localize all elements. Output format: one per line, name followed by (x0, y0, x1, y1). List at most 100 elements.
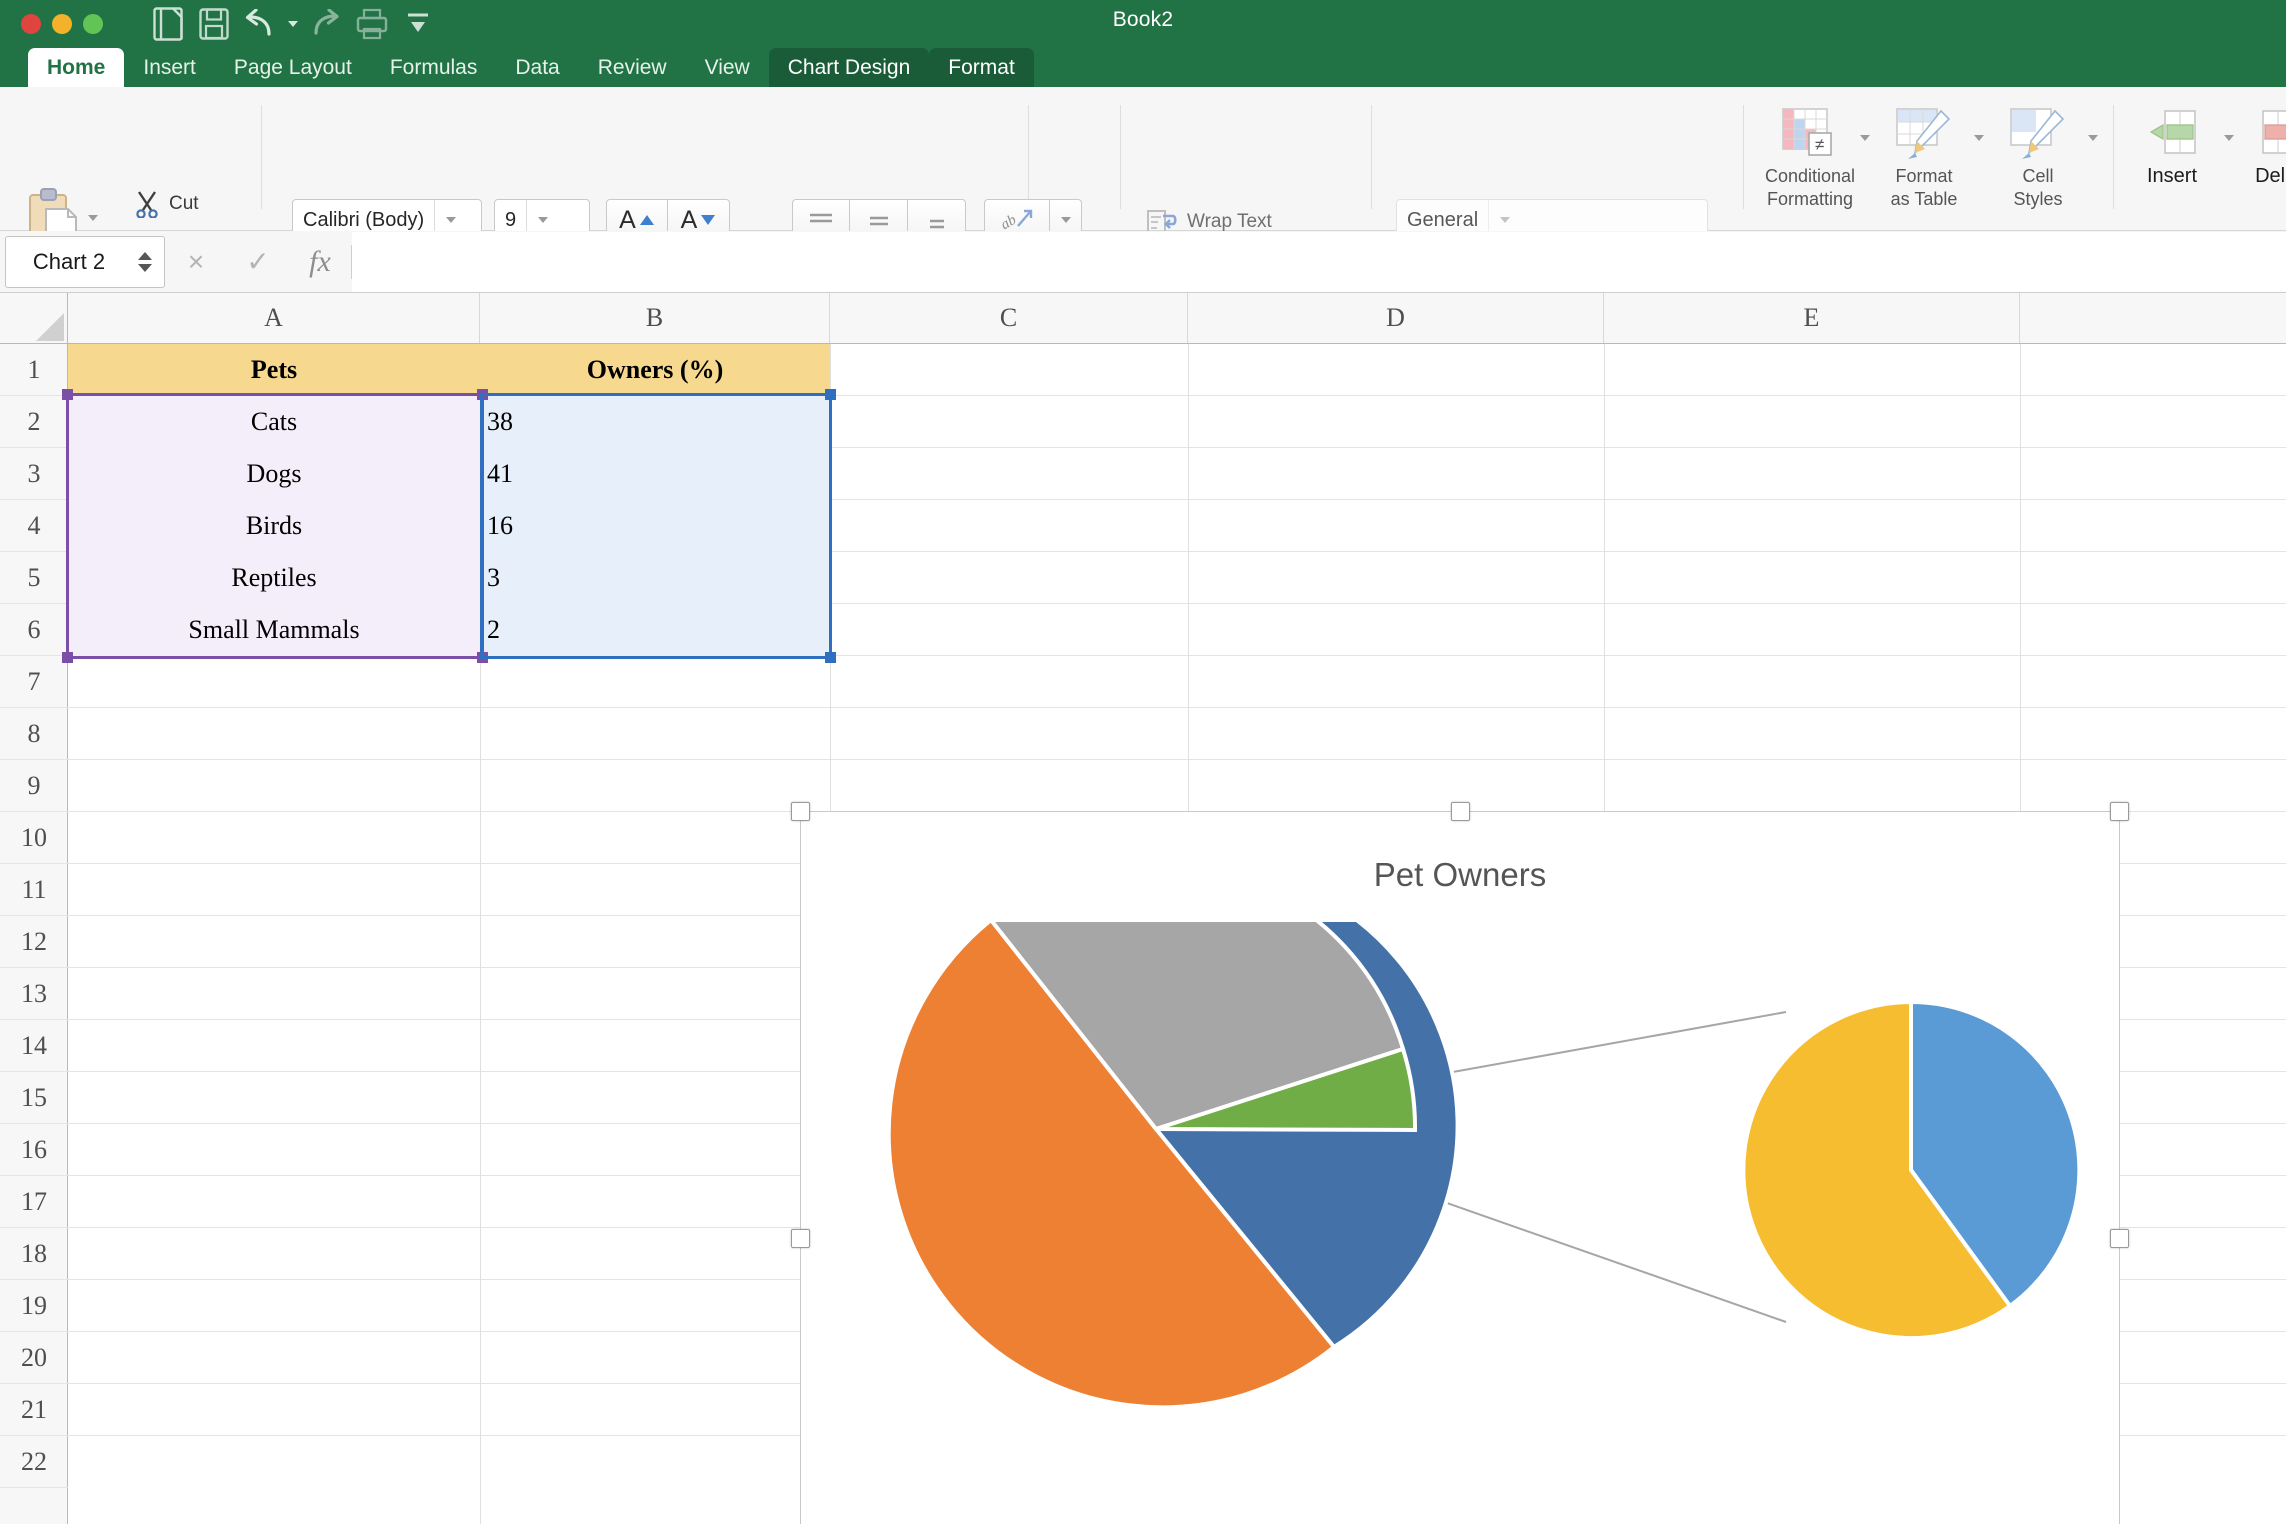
tab-chart-design[interactable]: Chart Design (768, 48, 930, 87)
tab-data[interactable]: Data (496, 48, 578, 87)
row-header-18[interactable]: 18 (0, 1228, 68, 1280)
select-all-corner[interactable] (0, 293, 68, 343)
cut-button[interactable]: Cut (134, 185, 199, 223)
row-header-8[interactable]: 8 (0, 708, 68, 760)
row-header-10[interactable]: 10 (0, 812, 68, 864)
ribbon-tab-strip[interactable]: Home Insert Page Layout Formulas Data Re… (0, 48, 2286, 87)
tab-format[interactable]: Format (929, 48, 1034, 87)
row-header-14[interactable]: 14 (0, 1020, 68, 1072)
delete-cells-button[interactable]: Delete (2226, 103, 2286, 188)
cell-a3[interactable]: Dogs (68, 448, 480, 500)
row-header-20[interactable]: 20 (0, 1332, 68, 1384)
column-header-c[interactable]: C (830, 293, 1188, 343)
undo-icon[interactable] (239, 5, 281, 43)
cell-b6[interactable]: 2 (480, 604, 830, 656)
column-header-e[interactable]: E (1604, 293, 2020, 343)
window-controls[interactable] (21, 14, 103, 34)
format-as-table-button[interactable]: Format as Table (1866, 103, 1984, 211)
tab-review[interactable]: Review (579, 48, 686, 87)
minimize-window-button[interactable] (52, 14, 72, 34)
chart-object[interactable]: Pet Owners (791, 802, 2129, 1524)
tab-home[interactable]: Home (28, 48, 125, 87)
row-header-2[interactable]: 2 (0, 396, 68, 448)
column-header-f[interactable] (2020, 293, 2286, 343)
conditional-formatting-label-2: Formatting (1766, 189, 1854, 209)
enter-formula-button[interactable]: ✓ (227, 245, 289, 278)
row-header-6[interactable]: 6 (0, 604, 68, 656)
row-header-15[interactable]: 15 (0, 1072, 68, 1124)
cancel-formula-button[interactable]: × (165, 246, 227, 278)
chart-resize-handle-w[interactable] (791, 1229, 810, 1248)
chart-title[interactable]: Pet Owners (801, 856, 2119, 894)
row-header-12[interactable]: 12 (0, 916, 68, 968)
spreadsheet-grid[interactable]: A B C D E 1 2 3 4 5 6 7 8 9 10 11 12 13 … (0, 293, 2286, 1524)
row-header-21[interactable]: 21 (0, 1384, 68, 1436)
cell-styles-button[interactable]: Cell Styles (1980, 103, 2098, 211)
tab-formulas[interactable]: Formulas (371, 48, 497, 87)
insert-function-button[interactable]: fx (289, 245, 351, 279)
number-format-value: General (1407, 208, 1479, 231)
row-header-11[interactable]: 11 (0, 864, 68, 916)
cell-b1[interactable]: Owners (%) (480, 344, 830, 396)
name-box-value: Chart 2 (32, 248, 106, 274)
cell-a4[interactable]: Birds (68, 500, 480, 552)
format-as-table-label-1: Format (1895, 166, 1953, 186)
new-from-template-icon[interactable] (147, 5, 189, 43)
ribbon-group-clipboard: Cut Copy Format (0, 87, 262, 299)
cell-b3[interactable]: 41 (480, 448, 830, 500)
row-header-4[interactable]: 4 (0, 500, 68, 552)
cell-styles-caret-icon[interactable] (2088, 135, 2098, 141)
column-header-d[interactable]: D (1188, 293, 1604, 343)
quick-access-toolbar[interactable] (147, 5, 439, 43)
row-header-16[interactable]: 16 (0, 1124, 68, 1176)
paste-dropdown-caret-icon[interactable] (88, 215, 98, 221)
cell-b2[interactable]: 38 (480, 396, 830, 448)
cell-a6[interactable]: Small Mammals (68, 604, 480, 656)
cell-b4[interactable]: 16 (480, 500, 830, 552)
row-header-3[interactable]: 3 (0, 448, 68, 500)
tab-page-layout[interactable]: Page Layout (215, 48, 371, 87)
cell-a2[interactable]: Cats (68, 396, 480, 448)
ribbon-group-cells: Insert Delete (2114, 87, 2286, 231)
cell-a1[interactable]: Pets (68, 344, 480, 396)
redo-icon[interactable] (305, 5, 347, 43)
column-headers[interactable]: A B C D E (0, 293, 2286, 344)
conditional-formatting-button[interactable]: ≠ Conditional Formatting (1752, 103, 1870, 211)
row-header-1[interactable]: 1 (0, 344, 68, 396)
close-window-button[interactable] (21, 14, 41, 34)
tab-insert[interactable]: Insert (124, 48, 215, 87)
formula-input[interactable] (352, 231, 2286, 292)
print-icon[interactable] (351, 5, 393, 43)
row-header-22[interactable]: 22 (0, 1436, 68, 1488)
cell-a5[interactable]: Reptiles (68, 552, 480, 604)
customize-toolbar-icon[interactable] (397, 5, 439, 43)
chart-resize-handle-n[interactable] (1451, 802, 1470, 821)
row-header-5[interactable]: 5 (0, 552, 68, 604)
cell-styles-label-2: Styles (2013, 189, 2063, 209)
zoom-window-button[interactable] (83, 14, 103, 34)
row-header-19[interactable]: 19 (0, 1280, 68, 1332)
chart-resize-handle-e[interactable] (2110, 1229, 2129, 1248)
name-box[interactable]: Chart 2 (5, 235, 165, 288)
row-header-7[interactable]: 7 (0, 656, 68, 708)
row-header-13[interactable]: 13 (0, 968, 68, 1020)
tab-view[interactable]: View (686, 48, 769, 87)
row-header-17[interactable]: 17 (0, 1176, 68, 1228)
row-headers[interactable]: 1 2 3 4 5 6 7 8 9 10 11 12 13 14 15 16 1… (0, 344, 68, 1524)
primary-pie (886, 922, 1460, 1410)
column-header-a[interactable]: A (68, 293, 480, 343)
row-header-9[interactable]: 9 (0, 760, 68, 812)
format-as-table-icon (1866, 103, 1982, 165)
column-header-b[interactable]: B (480, 293, 830, 343)
cell-b5[interactable]: 3 (480, 552, 830, 604)
undo-dropdown-caret-icon[interactable] (285, 5, 301, 43)
chart-plot-area[interactable] (801, 922, 2121, 1524)
name-box-spinner[interactable] (132, 251, 158, 272)
chart-resize-handle-nw[interactable] (791, 802, 810, 821)
insert-cells-button[interactable]: Insert (2114, 103, 2234, 188)
save-icon[interactable] (193, 5, 235, 43)
font-size-value: 9 (505, 208, 517, 231)
cut-label: Cut (169, 193, 199, 214)
wrap-text-label: Wrap Text (1187, 211, 1272, 232)
chart-resize-handle-ne[interactable] (2110, 802, 2129, 821)
